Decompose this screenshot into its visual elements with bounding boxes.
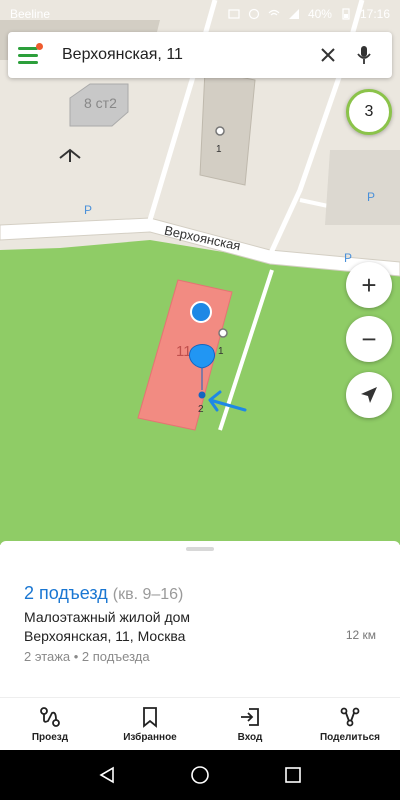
map-view[interactable]: 8 ст2 Верхоянская 11 1 2 1 P P P xyxy=(0,0,400,545)
building-top xyxy=(199,69,256,186)
action-bar: Проезд Избранное Вход Поделиться xyxy=(0,697,400,750)
entrance-2-label: 2 xyxy=(198,404,204,415)
building-details: 2 этажа • 2 подъезда xyxy=(24,649,150,664)
voice-search-button[interactable] xyxy=(346,37,382,73)
share-icon xyxy=(340,707,360,726)
microphone-icon xyxy=(357,46,371,64)
notification-dot xyxy=(36,43,43,50)
zoom-in-button[interactable]: + xyxy=(346,262,392,308)
building-label-8-st2: 8 ст2 xyxy=(84,95,117,111)
map-canvas[interactable]: 8 ст2 Верхоянская 11 1 2 1 P P P xyxy=(0,0,400,545)
clear-search-button[interactable] xyxy=(310,37,346,73)
menu-button[interactable] xyxy=(18,37,54,73)
traffic-level: 3 xyxy=(364,103,374,120)
system-nav-bar xyxy=(0,750,400,800)
recents-button[interactable] xyxy=(273,755,313,795)
alarm-icon xyxy=(248,8,260,20)
poi-icon xyxy=(59,148,81,162)
bookmark-icon xyxy=(143,706,157,728)
search-query[interactable]: Верхоянская, 11 xyxy=(54,46,310,64)
my-location-button[interactable] xyxy=(346,372,392,418)
location-dot xyxy=(190,301,212,323)
place-card[interactable]: 2 подъезд (кв. 9–16) Малоэтажный жилой д… xyxy=(0,541,400,697)
sheet-handle[interactable] xyxy=(186,547,214,551)
building-right xyxy=(325,150,400,225)
minus-icon: − xyxy=(361,323,377,354)
share-button[interactable]: Поделиться xyxy=(300,698,400,750)
svg-text:P: P xyxy=(344,251,352,265)
entrance-label: Вход xyxy=(237,731,263,743)
parking-icon: P xyxy=(84,203,92,217)
plus-icon: + xyxy=(361,269,377,300)
back-icon xyxy=(99,766,114,784)
login-icon xyxy=(241,707,259,726)
route-label: Проезд xyxy=(31,731,69,743)
building-type: Малоэтажный жилой дом xyxy=(24,609,191,625)
recents-icon xyxy=(285,767,302,783)
back-button[interactable] xyxy=(87,755,127,795)
favorites-button[interactable]: Избранное xyxy=(100,698,200,750)
carrier-label: Beeline xyxy=(10,7,51,21)
clock: 17:16 xyxy=(359,7,390,21)
status-bar: Beeline 40% 17:16 xyxy=(0,0,400,28)
home-icon xyxy=(191,766,209,784)
navigation-arrow-icon xyxy=(361,387,377,403)
photo-icon xyxy=(228,8,240,20)
distance: 12 км xyxy=(345,628,376,642)
share-label: Поделиться xyxy=(319,731,380,743)
entrance-title: 2 подъезд xyxy=(24,583,108,603)
entrance-top-label: 1 xyxy=(216,144,222,155)
wifi-icon xyxy=(268,8,280,20)
battery-icon xyxy=(340,8,352,20)
home-button[interactable] xyxy=(180,755,220,795)
favorites-label: Избранное xyxy=(123,731,177,743)
close-icon xyxy=(321,48,335,62)
svg-text:P: P xyxy=(367,190,375,204)
entrance-1-label: 1 xyxy=(218,346,224,357)
entrance-1-marker xyxy=(218,328,228,338)
entrance-button[interactable]: Вход xyxy=(200,698,300,750)
place-title: 2 подъезд (кв. 9–16) xyxy=(24,583,183,604)
signal-icon xyxy=(288,8,300,20)
traffic-level-button[interactable]: 3 xyxy=(346,89,392,135)
apartments-range: (кв. 9–16) xyxy=(112,586,184,603)
address: Верхоянская, 11, Москва xyxy=(24,628,186,644)
zoom-out-button[interactable]: − xyxy=(346,316,392,362)
route-button[interactable]: Проезд xyxy=(0,698,100,750)
search-bar[interactable]: Верхоянская, 11 xyxy=(8,32,392,78)
hamburger-icon xyxy=(18,46,38,50)
battery-percent: 40% xyxy=(307,7,332,21)
route-icon xyxy=(40,706,60,727)
